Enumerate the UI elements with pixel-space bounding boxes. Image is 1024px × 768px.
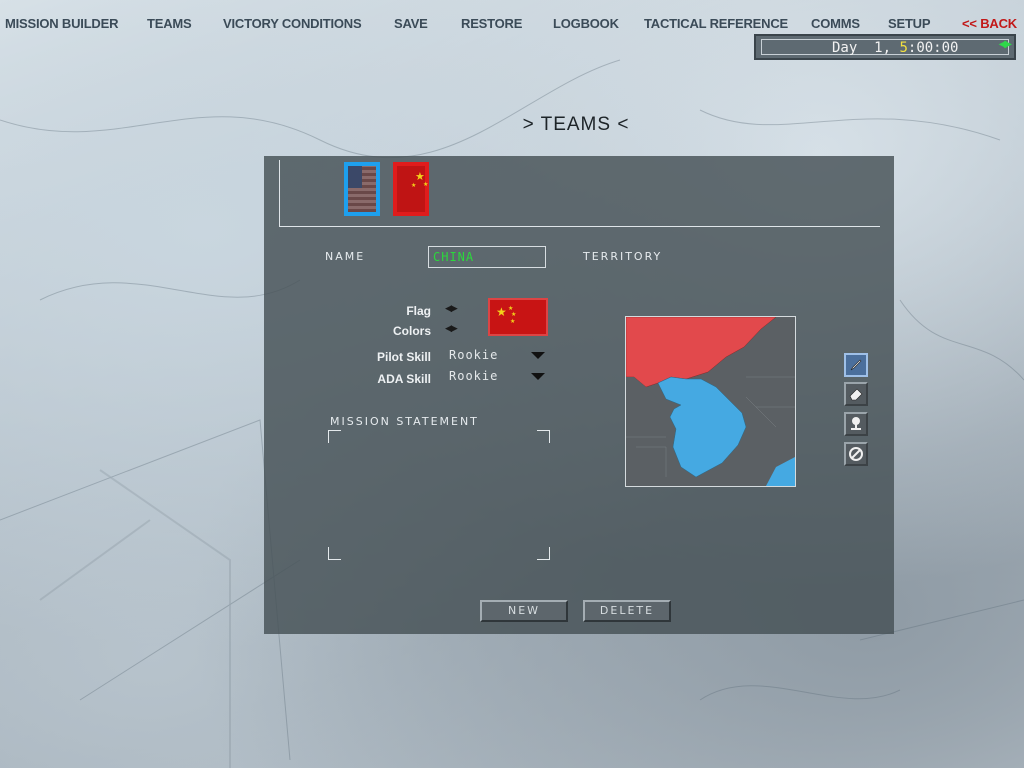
clock-minutes-seconds: :00:00 [907,40,959,56]
menu-mission-builder[interactable]: MISSION BUILDER [5,16,118,31]
mission-statement-label: Mission Statement [330,415,479,428]
delete-team-button[interactable]: Delete [583,600,671,622]
clock-day: 1, [874,40,892,56]
team-flag-usa[interactable] [344,162,380,216]
pencil-icon [850,359,862,371]
new-team-button[interactable]: New [480,600,568,622]
team-flag-china[interactable]: ★ ★ ★ [393,162,429,216]
pilot-skill-select[interactable]: Rookie [449,348,498,362]
pencil-tool-button[interactable] [844,353,868,377]
flag-preview: ★ ★ ★ ★ [488,298,548,336]
flag-star-icon: ★ [411,182,417,189]
chevron-down-icon[interactable] [531,352,545,359]
colors-label: Colors [392,324,431,338]
menu-teams[interactable]: TEAMS [147,16,192,31]
pilot-skill-label: Pilot Skill [376,350,431,364]
top-menu: MISSION BUILDER TEAMS VICTORY CONDITIONS… [0,16,1024,34]
flag-label: Flag [406,304,431,318]
stamp-icon [851,417,861,430]
colors-cycle-arrows-icon[interactable]: ◀▶ [445,324,458,334]
menu-tactical-reference[interactable]: TACTICAL REFERENCE [644,16,788,31]
flag-cycle-arrows-icon[interactable]: ◀▶ [445,304,458,314]
team-flag-strip: ★ ★ ★ [279,160,880,227]
clock-day-label: Day [832,40,858,56]
clock-display: Day 1, 5:00:00 [761,39,1009,56]
no-entry-icon [849,447,863,461]
stamp-tool-button[interactable] [844,412,868,436]
ada-skill-label: ADA Skill [377,372,431,386]
territory-map[interactable] [625,316,796,487]
flag-star-icon: ★ [423,181,429,188]
menu-logbook[interactable]: LOGBOOK [553,16,619,31]
territory-label: Territory [583,250,663,263]
korea-map-graphic [625,316,795,486]
mission-clock: Day 1, 5:00:00 ◀▶ [754,34,1016,60]
menu-comms[interactable]: COMMS [811,16,860,31]
menu-setup[interactable]: SETUP [888,16,931,31]
team-name-field[interactable]: CHINA [428,246,546,268]
page-title: > TEAMS < [522,114,630,135]
eraser-icon [849,388,863,401]
menu-restore[interactable]: RESTORE [461,16,522,31]
ada-skill-select[interactable]: Rookie [449,369,498,383]
mission-statement-input[interactable] [336,438,542,552]
flag-star-icon: ★ [496,305,507,319]
chevron-down-icon[interactable] [531,373,545,380]
play-arrows-icon[interactable]: ◀▶ [999,39,1012,50]
mission-statement-box [328,430,550,560]
flag-star-icon: ★ [510,318,516,325]
clear-tool-button[interactable] [844,442,868,466]
clock-hour: 5 [899,40,908,56]
eraser-tool-button[interactable] [844,382,868,406]
teams-panel: ★ ★ ★ Name CHINA Territory Flag ◀▶ Color… [264,156,894,634]
menu-save[interactable]: SAVE [394,16,428,31]
name-label: Name [325,250,366,263]
menu-victory-conditions[interactable]: VICTORY CONDITIONS [223,16,362,31]
back-button[interactable]: << BACK [962,16,1017,31]
